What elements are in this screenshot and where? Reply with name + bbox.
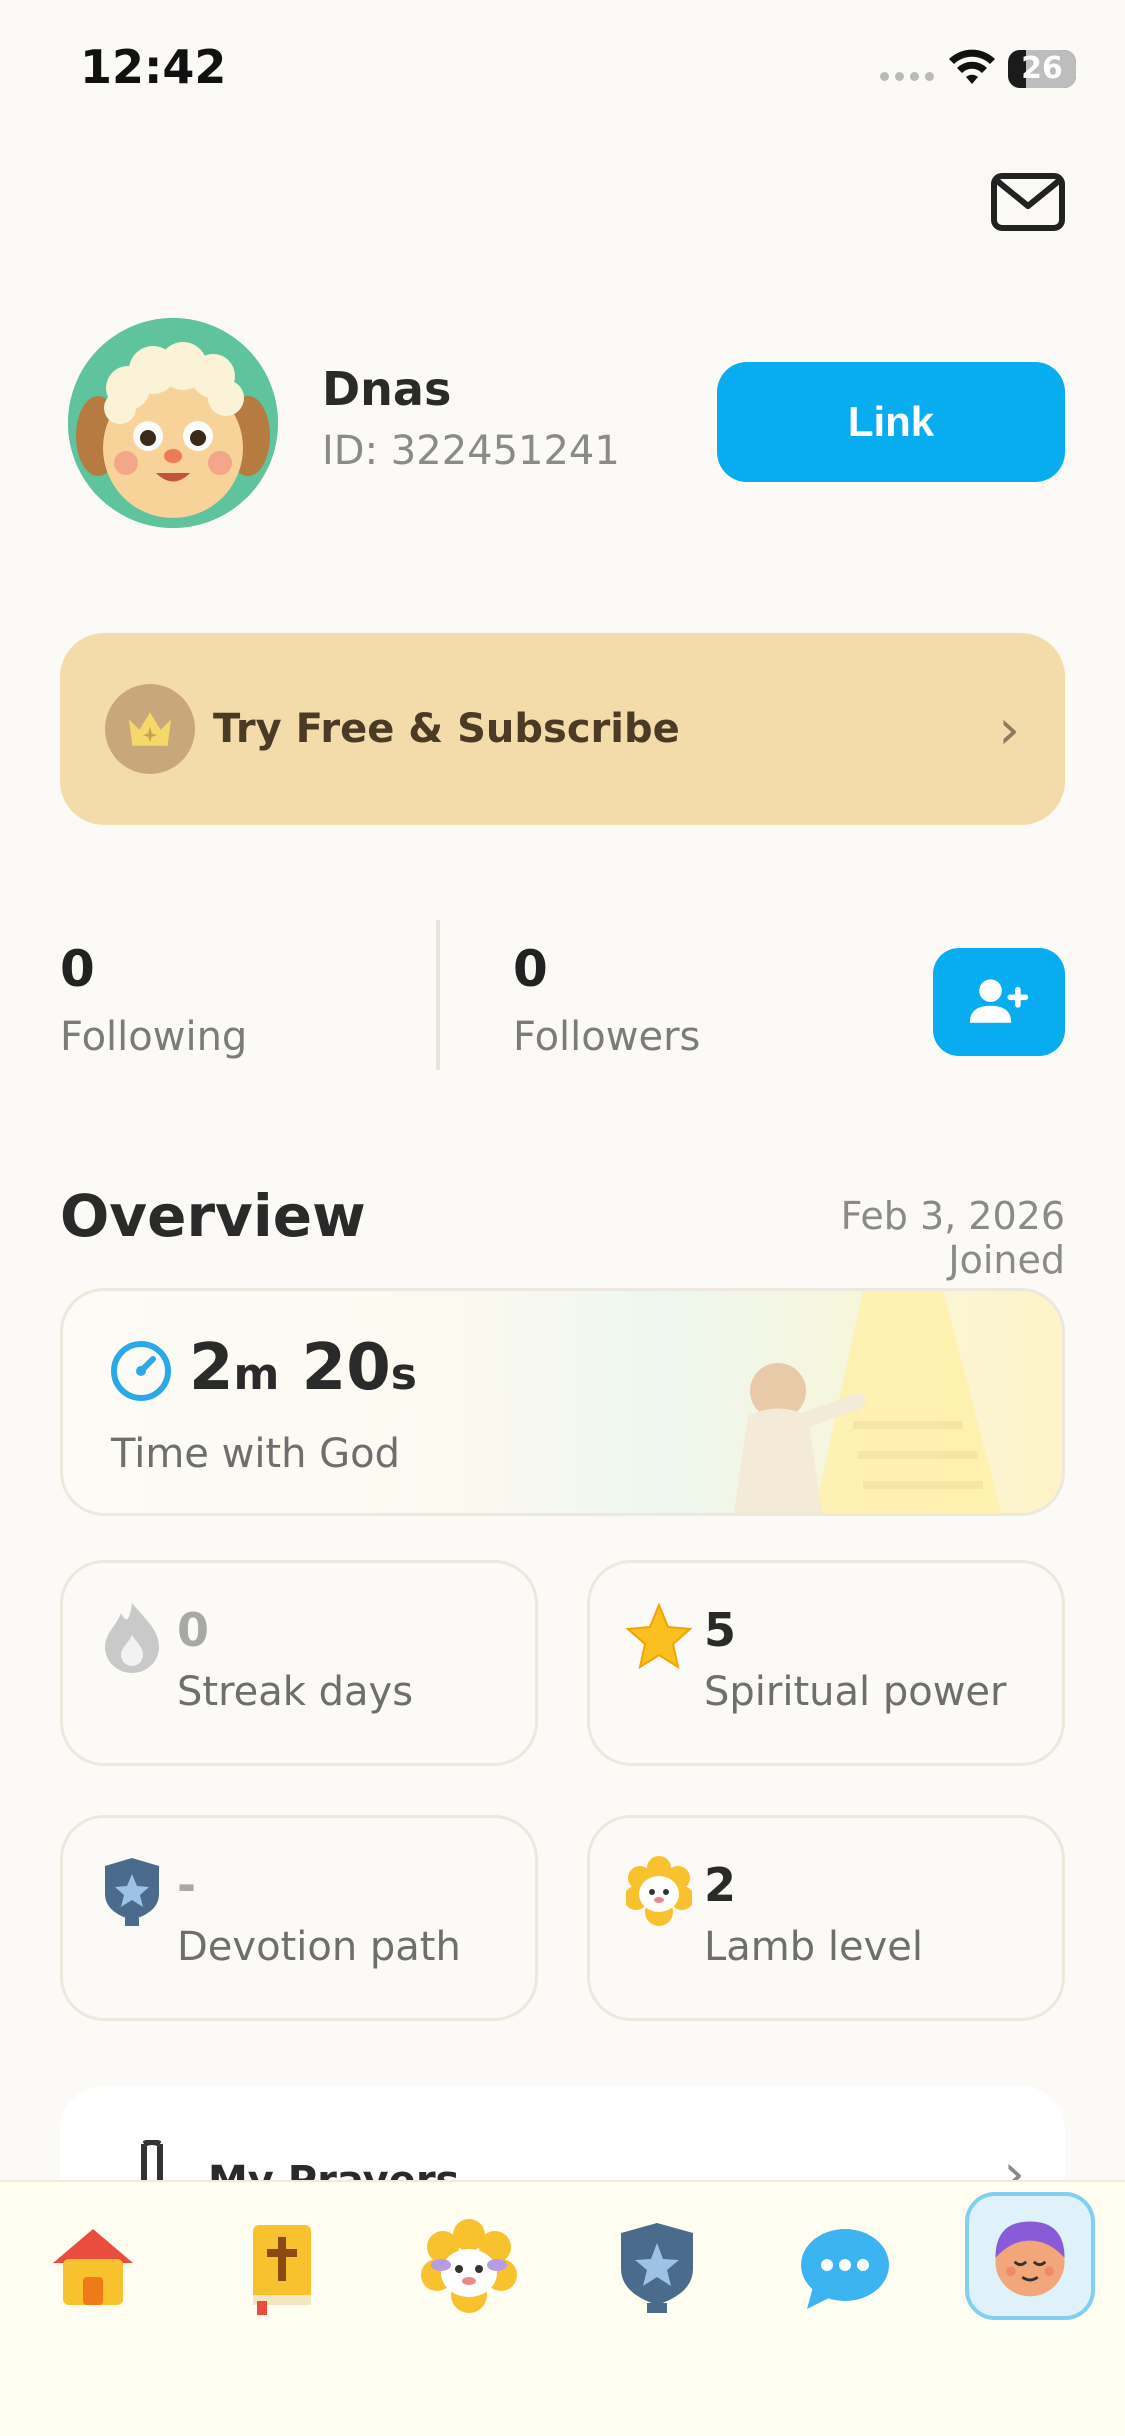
- lamb-icon: [421, 2219, 517, 2313]
- joined-date: Feb 3, 2026 Joined: [840, 1194, 1065, 1282]
- followers-count[interactable]: 0: [513, 940, 548, 998]
- time-with-god-value: 2m 20s: [189, 1331, 417, 1405]
- time-with-god-label: Time with God: [111, 1431, 401, 1477]
- profile-avatar-icon: [995, 2221, 1065, 2297]
- followers-label[interactable]: Followers: [513, 1014, 700, 1060]
- prayer-illustration: [733, 1291, 1002, 1513]
- user-id: ID: 322451241: [322, 428, 620, 474]
- subscribe-banner[interactable]: Try Free & Subscribe ›: [60, 633, 1065, 825]
- avatar[interactable]: [68, 318, 278, 528]
- spiritual-power-value: 5: [704, 1603, 737, 1657]
- tab-profile[interactable]: [965, 2192, 1095, 2320]
- lamb-avatar-icon: [68, 318, 278, 528]
- crown-icon: [105, 684, 195, 774]
- stopwatch-icon: [111, 1341, 171, 1401]
- following-count[interactable]: 0: [60, 940, 95, 998]
- user-name: Dnas: [322, 362, 452, 416]
- stat-card-devotion-path[interactable]: - Devotion path: [60, 1815, 538, 2021]
- tab-devotion[interactable]: [602, 2212, 712, 2322]
- tab-lamb[interactable]: [414, 2212, 524, 2322]
- battery-icon: 26: [1008, 50, 1076, 88]
- add-user-icon: [969, 979, 1029, 1023]
- following-label[interactable]: Following: [60, 1014, 247, 1060]
- spiritual-power-label: Spiritual power: [704, 1669, 1007, 1715]
- lamb-level-label: Lamb level: [704, 1924, 923, 1970]
- tab-bar: [0, 2180, 1125, 2436]
- lamb-icon: [626, 1856, 692, 1926]
- time-with-god-card[interactable]: 2m 20s Time with God: [60, 1288, 1065, 1516]
- streak-value: 0: [177, 1603, 210, 1657]
- devotion-path-value: -: [177, 1858, 197, 1912]
- tab-home[interactable]: [38, 2212, 148, 2322]
- shield-icon: [621, 2223, 693, 2313]
- stat-card-spiritual-power[interactable]: 5 Spiritual power: [587, 1560, 1065, 1766]
- divider: [436, 920, 440, 1070]
- add-friend-button[interactable]: [933, 948, 1065, 1056]
- star-icon: [626, 1602, 692, 1670]
- shield-badge-icon: [105, 1858, 159, 1926]
- status-time: 12:42: [80, 40, 227, 94]
- stat-card-streak[interactable]: 0 Streak days: [60, 1560, 538, 1766]
- mail-icon[interactable]: [990, 172, 1066, 232]
- stat-card-lamb-level[interactable]: 2 Lamb level: [587, 1815, 1065, 2021]
- chevron-right-icon: ›: [998, 697, 1020, 761]
- flame-icon: [105, 1603, 159, 1673]
- overview-title: Overview: [60, 1182, 366, 1250]
- bible-icon: [253, 2225, 311, 2315]
- home-icon: [53, 2229, 133, 2305]
- lamb-level-value: 2: [704, 1858, 737, 1912]
- tab-chat[interactable]: [790, 2212, 900, 2322]
- tab-bible[interactable]: [226, 2212, 336, 2322]
- subscribe-label: Try Free & Subscribe: [213, 706, 680, 752]
- wifi-icon: [949, 49, 995, 84]
- link-button[interactable]: Link: [717, 362, 1065, 482]
- streak-label: Streak days: [177, 1669, 414, 1715]
- signal-icon: [880, 72, 934, 81]
- chat-icon: [801, 2229, 889, 2309]
- devotion-path-label: Devotion path: [177, 1924, 461, 1970]
